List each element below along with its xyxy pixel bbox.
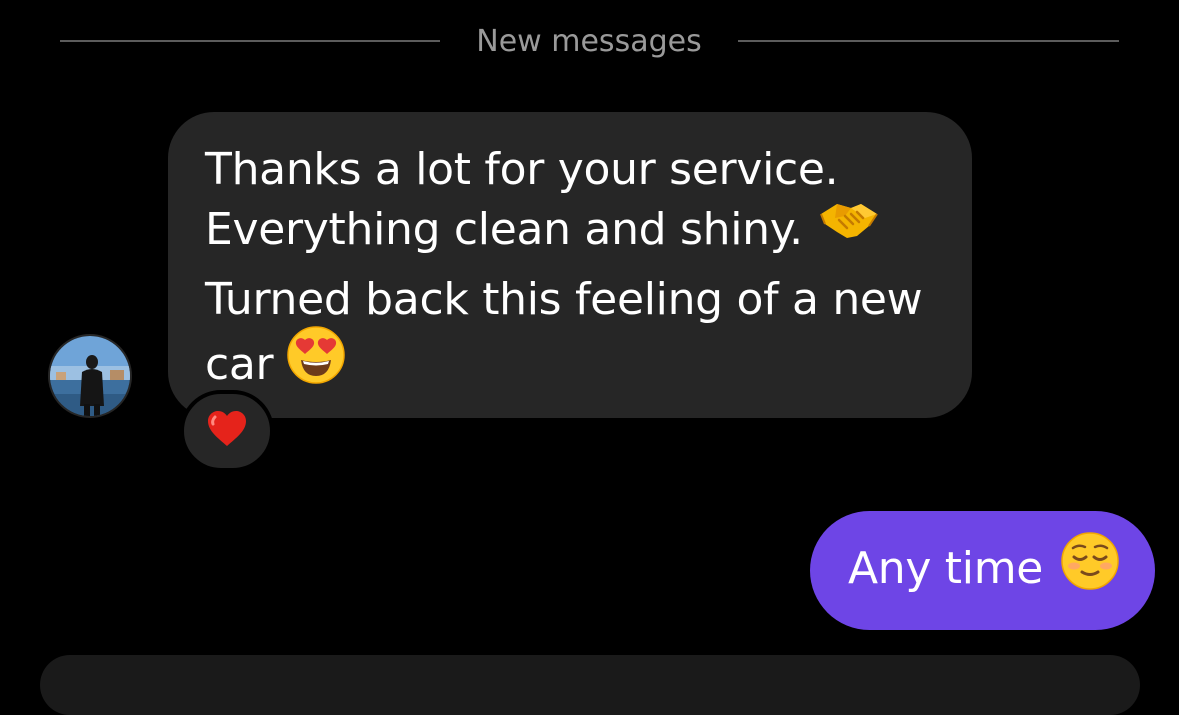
message-line-1: Thanks a lot for your service.	[205, 144, 839, 195]
message-line-4-text: car	[205, 339, 274, 390]
message-line-2-text: Everything clean and shiny.	[205, 204, 803, 255]
outgoing-message-bubble[interactable]: Any time	[810, 511, 1155, 630]
heart-eyes-emoji-icon	[287, 326, 346, 400]
outgoing-message-line: Any time	[848, 531, 1119, 608]
message-line-4: car	[205, 326, 942, 404]
divider-line-left	[60, 40, 440, 42]
heart-reaction-badge[interactable]	[180, 390, 274, 472]
incoming-message-bubble[interactable]: Thanks a lot for your service. Everythin…	[168, 112, 972, 418]
message-line-2: Everything clean and shiny.	[205, 200, 942, 264]
sender-avatar[interactable]	[48, 334, 132, 418]
relieved-face-emoji-icon	[1061, 531, 1119, 606]
divider-line-right	[738, 40, 1119, 42]
message-composer[interactable]	[40, 655, 1140, 715]
avatar-photo-icon	[50, 336, 130, 416]
message-line-3: Turned back this feeling of a new	[205, 274, 923, 325]
new-messages-divider-label: New messages	[476, 24, 702, 59]
outgoing-message-text: Any time	[848, 542, 1044, 594]
handshake-emoji-icon	[817, 196, 881, 260]
red-heart-icon	[206, 410, 248, 452]
